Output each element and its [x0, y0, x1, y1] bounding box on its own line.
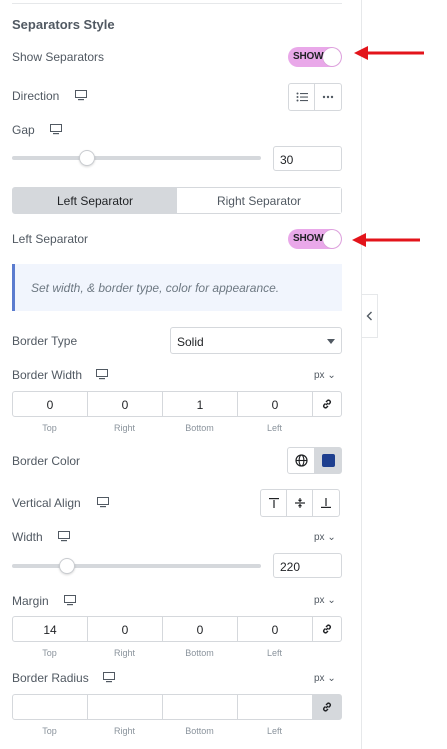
info-notice: Set width, & border type, color for appe… — [12, 264, 342, 311]
margin-bottom[interactable]: 0 — [163, 617, 238, 641]
border-radius-bottom[interactable] — [163, 695, 238, 719]
side-label-right: Right — [113, 648, 135, 658]
toggle-text: SHOW — [293, 233, 324, 244]
monitor-icon[interactable] — [96, 369, 108, 380]
side-label-top: Top — [42, 423, 57, 433]
toggle-knob — [323, 230, 341, 248]
margin-top[interactable]: 14 — [13, 617, 88, 641]
border-radius-label: Border Radius — [12, 671, 89, 685]
border-width-bottom[interactable]: 1 — [163, 392, 238, 416]
align-middle-icon[interactable] — [287, 490, 313, 516]
chevron-down-icon — [327, 339, 335, 344]
side-label-left: Left — [266, 648, 282, 658]
border-radius-left[interactable] — [238, 695, 313, 719]
side-label-right: Right — [113, 423, 135, 433]
margin-left[interactable]: 0 — [238, 617, 313, 641]
width-input[interactable]: 220 — [273, 553, 342, 578]
margin-right[interactable]: 0 — [88, 617, 163, 641]
monitor-icon[interactable] — [75, 90, 87, 101]
tab-right-separator[interactable]: Right Separator — [177, 188, 341, 213]
vertical-align-control — [260, 489, 340, 517]
gap-slider-handle[interactable] — [79, 150, 95, 166]
border-radius-side-labels: Top Right Bottom Left — [12, 726, 314, 736]
border-color-control — [287, 447, 342, 474]
chevron-left-icon — [366, 311, 372, 321]
toggle-text: SHOW — [293, 51, 324, 62]
collapse-panel-handle[interactable] — [362, 294, 378, 338]
unit-select[interactable]: px ⌄ — [314, 595, 336, 606]
link-icon[interactable] — [313, 392, 341, 416]
section-title: Separators Style — [12, 17, 115, 32]
margin-side-labels: Top Right Bottom Left — [12, 648, 314, 658]
color-swatch-fill — [321, 454, 335, 467]
gap-label: Gap — [12, 123, 35, 137]
link-icon[interactable] — [313, 695, 341, 719]
side-label-top: Top — [42, 648, 57, 658]
border-radius-inputs — [12, 694, 342, 720]
border-type-select[interactable]: Solid — [170, 327, 342, 354]
width-slider-track[interactable] — [12, 564, 261, 568]
settings-panel: Separators Style Show Separators SHOW Di… — [0, 0, 362, 749]
unit-select[interactable]: px ⌄ — [314, 673, 336, 684]
border-width-top[interactable]: 0 — [13, 392, 88, 416]
border-width-label: Border Width — [12, 368, 83, 382]
divider — [12, 3, 342, 4]
align-bottom-icon[interactable] — [313, 490, 339, 516]
globe-icon[interactable] — [288, 448, 315, 473]
side-label-left: Left — [266, 726, 282, 736]
border-width-right[interactable]: 0 — [88, 392, 163, 416]
monitor-icon[interactable] — [64, 595, 76, 606]
monitor-icon[interactable] — [50, 124, 62, 135]
tab-left-separator[interactable]: Left Separator — [13, 188, 177, 213]
unit-select[interactable]: px ⌄ — [314, 532, 336, 543]
annotation-arrow-icon — [352, 233, 420, 247]
annotation-arrow-icon — [354, 46, 424, 60]
border-type-label: Border Type — [12, 334, 78, 348]
gap-input[interactable]: 30 — [273, 146, 342, 171]
border-color-label: Border Color — [12, 454, 81, 468]
direction-control — [288, 83, 342, 111]
side-label-bottom: Bottom — [185, 423, 214, 433]
border-width-side-labels: Top Right Bottom Left — [12, 423, 314, 433]
side-label-right: Right — [113, 726, 135, 736]
unit-select[interactable]: px ⌄ — [314, 370, 336, 381]
info-text: Set width, & border type, color for appe… — [31, 281, 280, 295]
color-swatch[interactable] — [315, 448, 341, 473]
border-radius-right[interactable] — [88, 695, 163, 719]
link-icon[interactable] — [313, 617, 341, 641]
vertical-align-label: Vertical Align — [12, 496, 81, 510]
side-label-top: Top — [42, 726, 57, 736]
monitor-icon[interactable] — [58, 531, 70, 542]
border-radius-top[interactable] — [13, 695, 88, 719]
width-slider-handle[interactable] — [59, 558, 75, 574]
gap-slider-track[interactable] — [12, 156, 261, 160]
left-separator-toggle[interactable]: SHOW — [288, 229, 342, 249]
margin-inputs: 14 0 0 0 — [12, 616, 342, 642]
side-label-bottom: Bottom — [185, 726, 214, 736]
list-icon[interactable] — [289, 84, 315, 110]
margin-label: Margin — [12, 594, 49, 608]
align-top-icon[interactable] — [261, 490, 287, 516]
width-label: Width — [12, 530, 43, 544]
monitor-icon[interactable] — [97, 497, 109, 508]
show-separators-label: Show Separators — [12, 50, 105, 64]
more-horizontal-icon[interactable] — [315, 84, 341, 110]
border-width-inputs: 0 0 1 0 — [12, 391, 342, 417]
side-label-left: Left — [266, 423, 282, 433]
side-label-bottom: Bottom — [185, 648, 214, 658]
border-width-left[interactable]: 0 — [238, 392, 313, 416]
toggle-knob — [323, 48, 341, 66]
show-separators-toggle[interactable]: SHOW — [288, 47, 342, 67]
separator-tabs: Left Separator Right Separator — [12, 187, 342, 214]
monitor-icon[interactable] — [103, 672, 115, 683]
left-separator-label: Left Separator — [12, 232, 89, 246]
border-type-value: Solid — [177, 335, 204, 349]
direction-label: Direction — [12, 89, 60, 103]
